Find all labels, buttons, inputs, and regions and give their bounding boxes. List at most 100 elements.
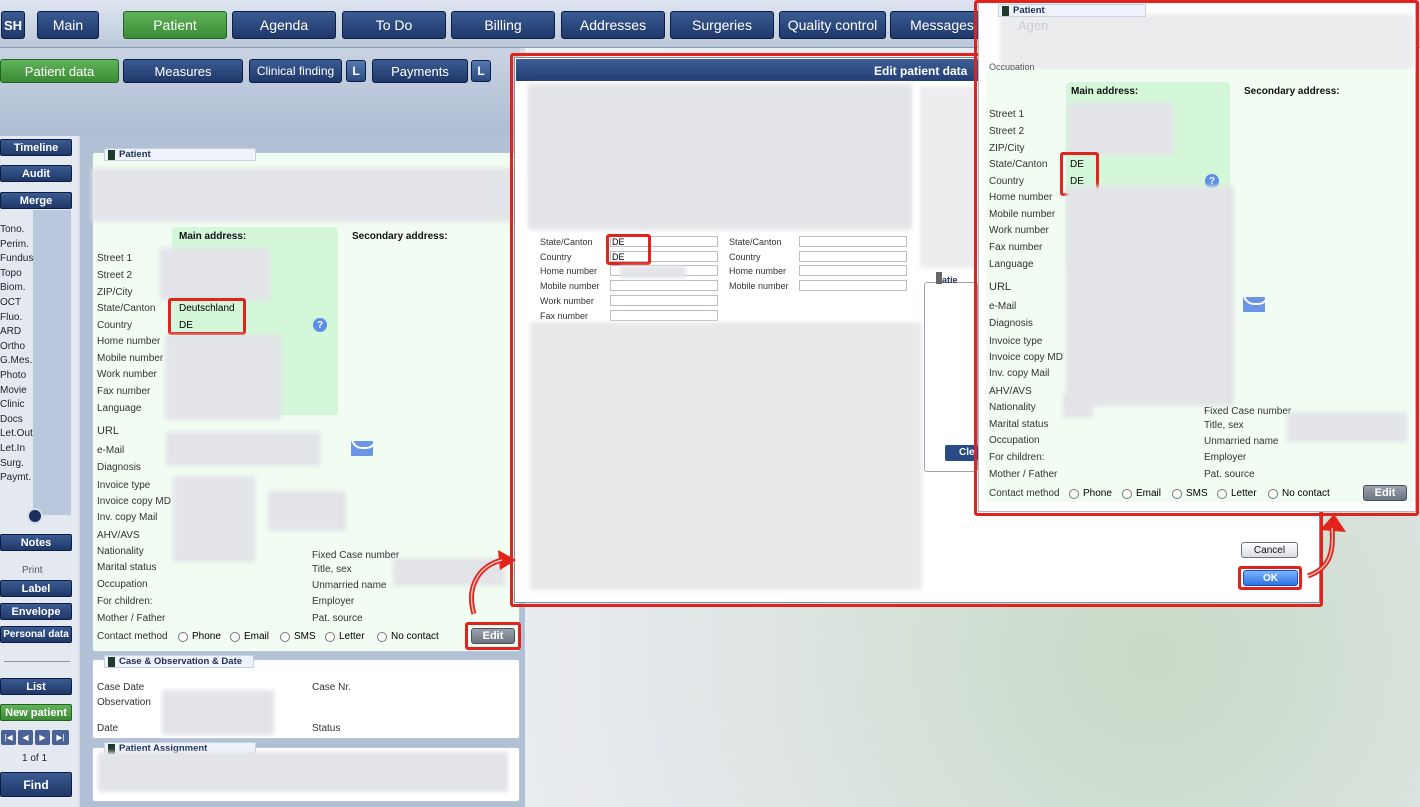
tool-item-fluo[interactable]: Fluo. (0, 312, 22, 323)
field-label-zip-city: ZIP/City (97, 287, 133, 298)
nav-todo[interactable]: To Do (342, 11, 446, 39)
date-label: Date (97, 723, 119, 734)
nationality-label: Nationality (97, 546, 144, 557)
tool-item-biom[interactable]: Biom. (0, 282, 26, 293)
invoice-redacted (173, 476, 255, 562)
phone-redacted (165, 335, 281, 420)
field-label-language: Language (97, 403, 142, 414)
envelope-button[interactable]: Envelope (0, 603, 72, 620)
invoice-redacted-2 (268, 491, 346, 531)
tool-item-docs[interactable]: Docs (0, 414, 23, 425)
email-redacted (166, 432, 320, 466)
employer-label: Employer (312, 596, 355, 607)
scroll-knob-icon[interactable] (27, 508, 43, 524)
nav-main[interactable]: Main (37, 11, 99, 39)
tools-list-scroll[interactable] (33, 210, 71, 515)
tab-patient-data[interactable]: Patient data (0, 59, 119, 83)
state-country-highlight (168, 298, 246, 335)
mail-icon[interactable] (351, 441, 373, 456)
contact-label-email: Email (244, 631, 270, 642)
tool-item-letout[interactable]: Let.Out (0, 428, 33, 439)
title-sex-label: Title, sex (312, 564, 352, 575)
email-label: e-Mail (97, 445, 125, 456)
pager-last-icon[interactable]: ▶| (52, 730, 69, 745)
find-button[interactable]: Find (0, 772, 72, 797)
occupation-label: Occupation (97, 579, 148, 590)
label-button[interactable]: Label (0, 580, 72, 597)
nav-quality-control[interactable]: Quality control (779, 11, 886, 39)
nav-surgeries[interactable]: Surgeries (670, 11, 774, 39)
field-label-street-1: Street 1 (97, 253, 133, 264)
list-button[interactable]: List (0, 678, 72, 695)
clinical-finding-l-button[interactable]: L (346, 60, 366, 82)
nav-billing[interactable]: Billing (451, 11, 555, 39)
logo-button[interactable]: SH (1, 11, 25, 39)
field-label-home-number: Home number (97, 336, 161, 347)
nav-agenda[interactable]: Agenda (232, 11, 336, 39)
personal-data-button[interactable]: Personal data (0, 626, 72, 643)
tool-item-surg[interactable]: Surg. (0, 458, 24, 469)
nav-addresses[interactable]: Addresses (561, 11, 665, 39)
zoom-highlight (974, 0, 1419, 516)
tool-item-tono[interactable]: Tono. (0, 224, 24, 235)
tool-item-fundus[interactable]: Fundus (0, 253, 33, 264)
field-label-fax-number: Fax number (97, 386, 151, 397)
help-icon[interactable]: ? (313, 318, 327, 332)
merge-button[interactable]: Merge (0, 192, 72, 209)
ok-to-zoom-arrow-icon (1307, 514, 1346, 579)
notes-button[interactable]: Notes (0, 534, 72, 551)
diagnosis-label: Diagnosis (97, 462, 141, 473)
tab-measures[interactable]: Measures (123, 59, 243, 83)
field-label-state-canton: State/Canton (97, 303, 156, 314)
url-label: URL (97, 425, 120, 437)
contact-label-sms: SMS (294, 631, 316, 642)
status-label: Status (312, 723, 341, 734)
for-children-label: For children: (97, 596, 153, 607)
pager-count: 1 of 1 (22, 753, 48, 764)
tool-item-perim[interactable]: Perim. (0, 239, 29, 250)
secondary-address-label: Secondary address: (352, 231, 448, 242)
new-patient-button[interactable]: New patient (0, 704, 72, 721)
tool-item-photo[interactable]: Photo (0, 370, 26, 381)
tool-item-movie[interactable]: Movie (0, 385, 27, 396)
contact-radio-phone[interactable] (178, 632, 188, 642)
case-panel (92, 659, 520, 739)
contact-radio-email[interactable] (230, 632, 240, 642)
invoice-type-label: Invoice type (97, 480, 151, 491)
mother-father-label: Mother / Father (97, 613, 166, 624)
contact-label-no-contact: No contact (391, 631, 439, 642)
case-redacted (162, 690, 274, 735)
tool-item-ard[interactable]: ARD (0, 326, 21, 337)
edit-to-dialog-arrow-icon (469, 550, 516, 615)
ahv-label: AHV/AVS (97, 530, 140, 541)
unmarried-name-label: Unmarried name (312, 580, 387, 591)
edit-highlight (465, 622, 521, 650)
tab-payments[interactable]: Payments (372, 59, 468, 83)
timeline-button[interactable]: Timeline (0, 139, 72, 156)
contact-radio-sms[interactable] (280, 632, 290, 642)
tool-item-ortho[interactable]: Ortho (0, 341, 25, 352)
contact-radio-letter[interactable] (325, 632, 335, 642)
contact-label-phone: Phone (192, 631, 221, 642)
pager-prev-icon[interactable]: ◀ (18, 730, 33, 745)
payments-l-button[interactable]: L (471, 60, 491, 82)
patient-panel-title: Patient (104, 148, 256, 161)
tool-item-paymt[interactable]: Paymt. (0, 472, 31, 483)
contact-radio-no-contact[interactable] (377, 632, 387, 642)
tool-item-letin[interactable]: Let.In (0, 443, 25, 454)
pager-first-icon[interactable]: |◀ (1, 730, 16, 745)
tab-clinical-finding[interactable]: Clinical finding (249, 59, 342, 83)
tool-item-oct[interactable]: OCT (0, 297, 21, 308)
address-redacted (160, 248, 270, 300)
tool-item-gmes[interactable]: G.Mes. (0, 355, 32, 366)
pager-next-icon[interactable]: ▶ (35, 730, 50, 745)
tool-item-topo[interactable]: Topo (0, 268, 22, 279)
patient-header-redacted (92, 168, 520, 222)
tool-item-clinic[interactable]: Clinic (0, 399, 24, 410)
audit-button[interactable]: Audit (0, 165, 72, 182)
contact-method-label: Contact method (97, 631, 168, 642)
marital-status-label: Marital status (97, 562, 157, 573)
sidebar-divider (4, 661, 70, 662)
nav-patient[interactable]: Patient (123, 11, 227, 39)
case-date-label: Case Date (97, 682, 145, 693)
